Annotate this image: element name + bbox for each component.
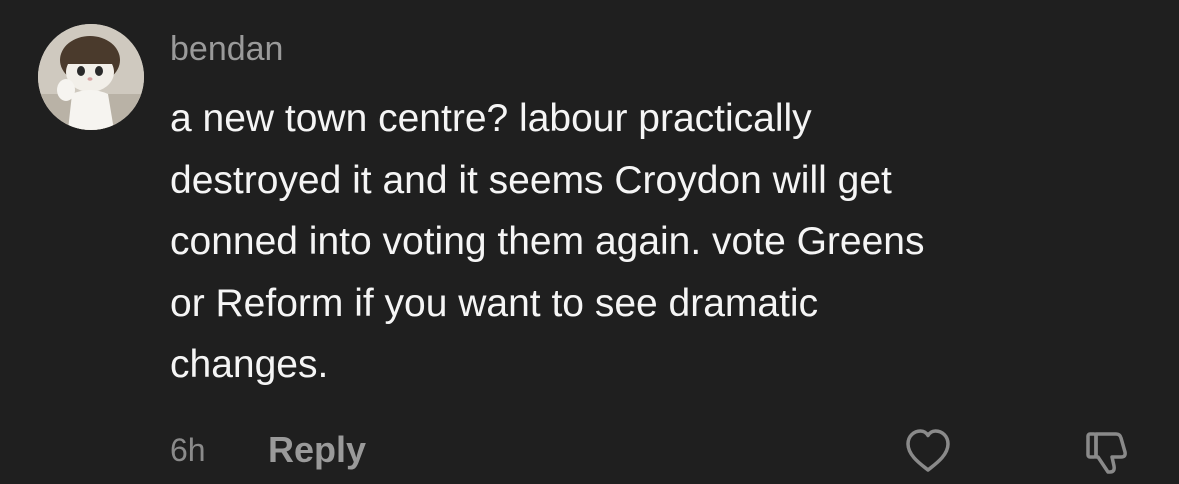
- like-button[interactable]: [902, 426, 954, 476]
- avatar[interactable]: [38, 24, 144, 130]
- comment-text-line: or Reform if you want to see dramatic: [170, 281, 819, 325]
- comment-meta: 6h Reply: [170, 428, 366, 472]
- username[interactable]: bendan: [170, 28, 283, 70]
- timestamp: 6h: [170, 431, 206, 468]
- cat-avatar-icon: [38, 24, 144, 130]
- reply-button[interactable]: Reply: [268, 429, 366, 471]
- comment: bendan a new town centre? labour practic…: [0, 0, 1179, 484]
- comment-text-line: a new town centre? labour practically: [170, 97, 812, 140]
- comment-text-line: conned into voting them again. vote Gree…: [170, 220, 925, 263]
- thumbs-down-icon: [1086, 432, 1127, 474]
- comment-text-line: destroyed it and it seems Croydon will g…: [170, 158, 892, 202]
- heart-icon: [906, 429, 950, 472]
- dislike-button[interactable]: [1082, 426, 1134, 476]
- comment-text: a new town centre? labour practically de…: [170, 88, 1130, 396]
- comment-text-line: changes.: [170, 343, 329, 386]
